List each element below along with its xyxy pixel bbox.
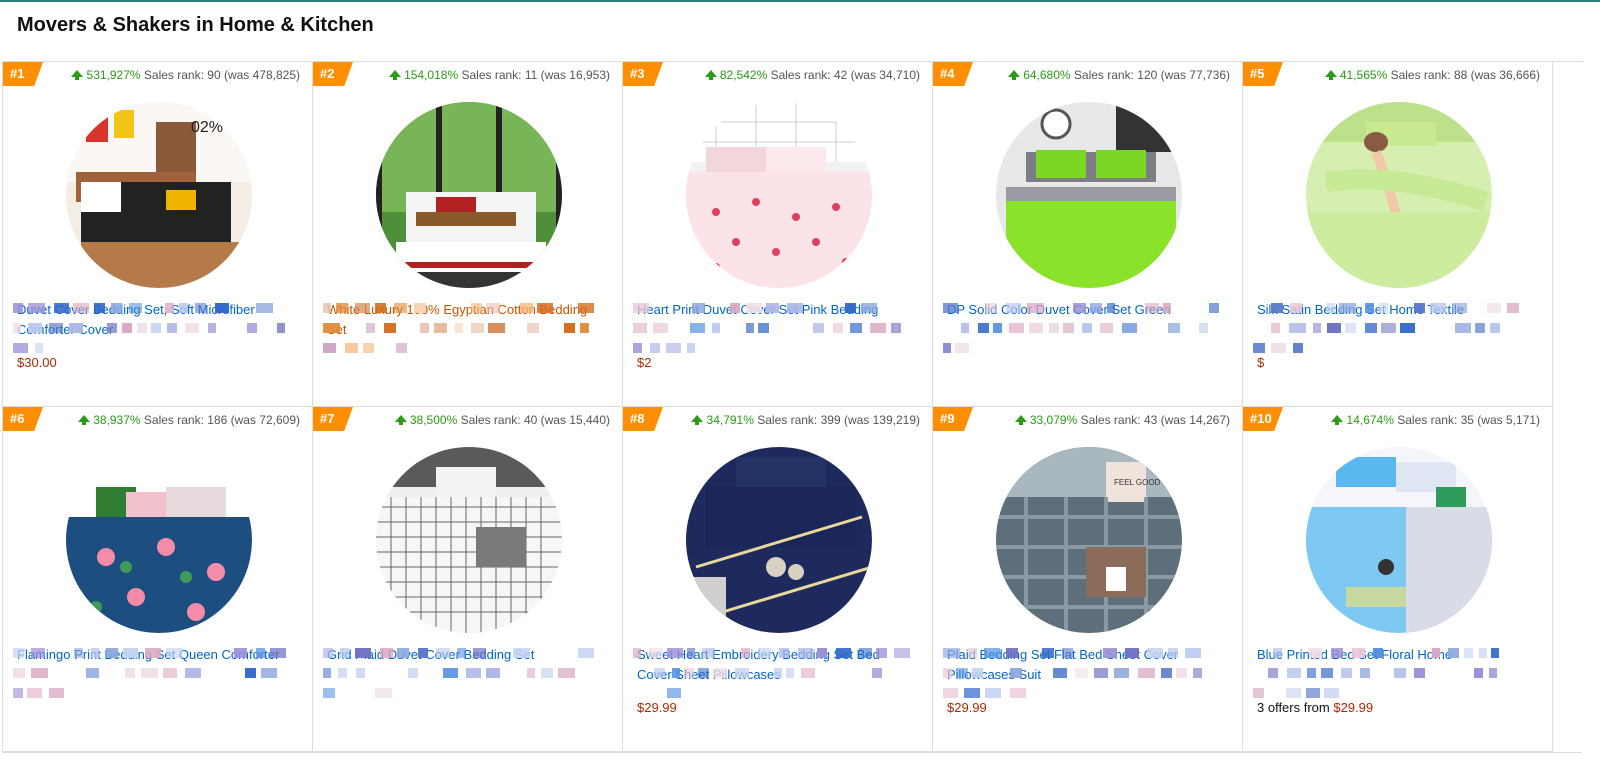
sales-rank-text: Sales rank: 88 (was 36,666) [1390, 68, 1540, 82]
product-image-link[interactable] [1306, 447, 1492, 633]
product-title-link[interactable]: White Luxury 100% Egyptian Cotton Beddin… [327, 300, 607, 340]
product-card[interactable]: #8 34,791% Sales rank: 399 (was 139,219)… [623, 407, 933, 752]
sales-rank-text: Sales rank: 90 (was 478,825) [143, 68, 300, 82]
sales-rank-text: Sales rank: 35 (was 5,171) [1397, 413, 1540, 427]
product-title-link[interactable]: DP Solid Color Duvet Cover Set Green [947, 300, 1227, 320]
product-title-link[interactable]: Plaid Bedding Set Flat Bed Sheet Cover P… [947, 645, 1227, 685]
sales-rank-text: Sales rank: 11 (was 16,953) [461, 68, 610, 82]
product-card[interactable]: #6 38,937% Sales rank: 186 (was 72,609) … [3, 407, 313, 752]
bottom-divider [2, 752, 1582, 753]
rank-number: #1 [10, 66, 25, 81]
product-image-link[interactable] [376, 102, 562, 288]
product-image-link[interactable] [376, 447, 562, 633]
satin-bedding-image [1306, 102, 1492, 288]
product-image-link[interactable] [686, 447, 872, 633]
sales-movement: 41,565% Sales rank: 88 (was 36,666) [1324, 68, 1540, 82]
sales-rank-text: Sales rank: 40 (was 15,440) [460, 413, 610, 427]
sales-movement: 33,079% Sales rank: 43 (was 14,267) [1014, 413, 1230, 427]
percent-change: 41,565% [1339, 68, 1388, 82]
rank-number: #9 [940, 411, 955, 426]
sales-movement: 38,500% Sales rank: 40 (was 15,440) [394, 413, 610, 427]
product-image-link[interactable] [66, 447, 252, 633]
svg-text:FEEL GOOD: FEEL GOOD [1114, 478, 1161, 487]
sales-movement: 38,937% Sales rank: 186 (was 72,609) [77, 413, 300, 427]
percent-change: 64,680% [1023, 68, 1071, 82]
flamingo-bedding-image [66, 447, 252, 633]
product-title-link[interactable]: Sweet Heart Embroidery Bedding Set Bed C… [637, 645, 917, 685]
rank-number: #8 [630, 411, 645, 426]
sales-movement: 14,674% Sales rank: 35 (was 5,171) [1331, 413, 1540, 427]
rank-number: #7 [320, 411, 335, 426]
blue-bedding-image [1306, 447, 1492, 633]
product-image-link[interactable]: 02% [66, 102, 252, 288]
rank-number: #2 [320, 66, 335, 81]
percent-change: 33,079% [1029, 413, 1078, 427]
sales-movement: 34,791% Sales rank: 399 (was 139,219) [691, 413, 920, 427]
product-card[interactable]: #2 154,018% Sales rank: 11 (was 16,953) … [313, 62, 623, 407]
sales-rank-text: Sales rank: 186 (was 72,609) [143, 413, 300, 427]
price-value: $29.99 [637, 700, 677, 715]
page-title: Movers & Shakers in Home & Kitchen [17, 14, 374, 36]
product-card[interactable]: #10 14,674% Sales rank: 35 (was 5,171) B… [1243, 407, 1553, 752]
product-price: $29.99 [637, 700, 677, 715]
navy-bedding-image [686, 447, 872, 633]
product-card[interactable]: #5 41,565% Sales rank: 88 (was 36,666) S… [1243, 62, 1553, 407]
product-card[interactable]: #3 82,542% Sales rank: 42 (was 34,710) H… [623, 62, 933, 407]
percent-change: 14,674% [1346, 413, 1394, 427]
percent-change: 82,542% [719, 68, 768, 82]
product-card[interactable]: #7 38,500% Sales rank: 40 (was 15,440) G… [313, 407, 623, 752]
sales-rank-text: Sales rank: 43 (was 14,267) [1080, 413, 1230, 427]
product-card[interactable]: #4 64,680% Sales rank: 120 (was 77,736) … [933, 62, 1243, 407]
offers-text[interactable]: 3 offers from [1257, 700, 1333, 715]
sales-rank-text: Sales rank: 120 (was 77,736) [1073, 68, 1230, 82]
sales-movement: 531,927% Sales rank: 90 (was 478,825) [71, 68, 300, 82]
percent-change: 38,937% [93, 413, 141, 427]
price-value: $29.99 [1333, 700, 1374, 715]
product-title-link[interactable]: Heart Print Duvet Cover Set Pink Bedding [637, 300, 917, 320]
percent-change: 38,500% [409, 413, 458, 427]
product-price: $2 [637, 355, 651, 370]
white-bedding-image [376, 102, 562, 288]
sales-rank-text: Sales rank: 399 (was 139,219) [757, 413, 920, 427]
product-title-link[interactable]: Grid Plaid Duvet Cover Bedding Set [327, 645, 607, 665]
product-title-link[interactable]: Flamingo Print Bedding Set Queen Comfort… [17, 645, 297, 665]
price-value: $30.00 [17, 355, 57, 370]
rank-number: #6 [10, 411, 25, 426]
sales-movement: 154,018% Sales rank: 11 (was 16,953) [388, 68, 610, 82]
product-card[interactable]: #9 33,079% Sales rank: 43 (was 14,267) F… [933, 407, 1243, 752]
product-price: $29.99 [947, 700, 987, 715]
product-title-link[interactable]: Duvet Cover Bedding Set, Soft Microfiber… [17, 300, 297, 340]
sales-movement: 64,680% Sales rank: 120 (was 77,736) [1007, 68, 1230, 82]
product-title-link[interactable]: Silk Satin Bedding Set Home Textile [1257, 300, 1537, 320]
price-value: $2 [637, 355, 652, 370]
product-price: 3 offers from $29.99 [1257, 700, 1373, 715]
sales-rank-text: Sales rank: 42 (was 34,710) [770, 68, 920, 82]
heart-bedding-image [686, 102, 872, 288]
sales-movement: 82,542% Sales rank: 42 (was 34,710) [704, 68, 920, 82]
rank-number: #10 [1250, 411, 1272, 426]
rank-number: #5 [1250, 66, 1265, 81]
product-title-link[interactable]: Blue Printed Bed Set Floral Home [1257, 645, 1537, 665]
top-divider [0, 0, 1600, 2]
svg-text:02%: 02% [191, 119, 223, 136]
percent-change: 154,018% [404, 68, 459, 82]
percent-change: 531,927% [86, 68, 141, 82]
black-bedding-image: 02% [66, 102, 252, 288]
percent-change: 34,791% [706, 413, 754, 427]
product-grid: #1 531,927% Sales rank: 90 (was 478,825)… [2, 61, 1583, 752]
price-value: $ [1257, 355, 1265, 370]
rank-number: #3 [630, 66, 645, 81]
rank-number: #4 [940, 66, 955, 81]
price-value: $29.99 [947, 700, 987, 715]
plaid-bedding-image: FEEL GOOD [996, 447, 1182, 633]
product-price: $ [1257, 355, 1264, 370]
product-image-link[interactable] [1306, 102, 1492, 288]
product-price: $30.00 [17, 355, 57, 370]
product-card[interactable]: #1 531,927% Sales rank: 90 (was 478,825)… [3, 62, 313, 407]
green-bedding-image [996, 102, 1182, 288]
product-image-link[interactable]: FEEL GOOD [996, 447, 1182, 633]
grid-bedding-image [376, 447, 562, 633]
product-image-link[interactable] [686, 102, 872, 288]
product-image-link[interactable] [996, 102, 1182, 288]
